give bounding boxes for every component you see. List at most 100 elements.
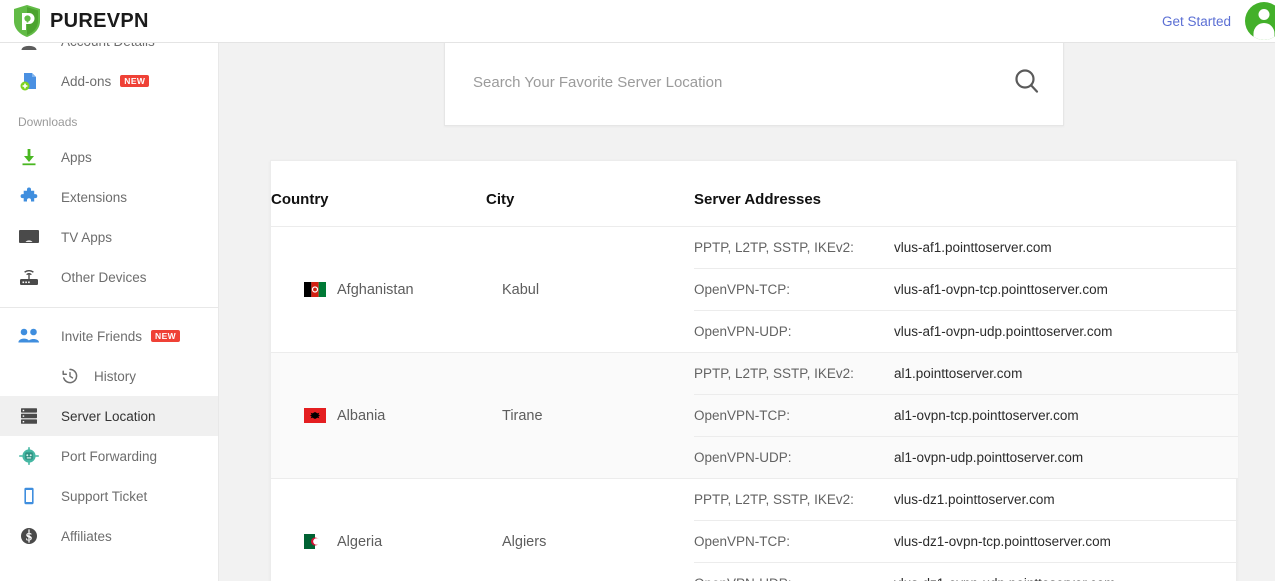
- sidebar-item-label: Add-ons: [61, 73, 112, 89]
- people-icon: [14, 324, 44, 348]
- dollar-coin-icon: S: [14, 524, 44, 548]
- puzzle-icon: [14, 185, 44, 209]
- search-icon: [1015, 69, 1039, 93]
- sidebar-item-label: TV Apps: [61, 229, 113, 245]
- protocol-label: OpenVPN-TCP:: [694, 268, 894, 311]
- status-badge: NEW: [120, 75, 150, 87]
- status-badge: NEW: [151, 330, 181, 342]
- sidebar-section-downloads: Downloads: [18, 115, 78, 129]
- protocol-row: PPTP, L2TP, SSTP, IKEv2: al1.pointtoserv…: [694, 353, 1238, 395]
- city-cell: Tirane: [486, 352, 694, 479]
- city-cell: Algiers: [486, 478, 694, 581]
- sidebar-item-label: Server Location: [61, 408, 156, 424]
- sidebar-item-label: Extensions: [61, 189, 128, 205]
- flag-algeria: [304, 534, 326, 549]
- search-button[interactable]: [991, 43, 1063, 125]
- protocol-label: PPTP, L2TP, SSTP, IKEv2:: [694, 479, 894, 521]
- sidebar-item-support-ticket[interactable]: Support Ticket: [0, 476, 218, 516]
- country-cell: Afghanistan: [271, 226, 486, 353]
- server-address[interactable]: vlus-af1-ovpn-udp.pointtoserver.com: [894, 311, 1238, 353]
- sidebar-item-other-devices[interactable]: Other Devices: [0, 257, 218, 297]
- protocol-cell: PPTP, L2TP, SSTP, IKEv2: vlus-af1.pointt…: [694, 226, 1238, 353]
- purevpn-shield-logo: [14, 5, 40, 37]
- country-name: Algeria: [337, 533, 383, 550]
- protocol-row: OpenVPN-UDP: al1-ovpn-udp.pointtoserver.…: [694, 437, 1238, 479]
- sidebar-item-label: Invite Friends: [61, 328, 143, 344]
- server-address[interactable]: vlus-dz1.pointtoserver.com: [894, 479, 1238, 521]
- addons-icon: [14, 69, 44, 93]
- city-cell: Kabul: [486, 226, 694, 353]
- sidebar-item-extensions[interactable]: Extensions: [0, 177, 218, 217]
- protocol-row: PPTP, L2TP, SSTP, IKEv2: vlus-dz1.pointt…: [694, 479, 1238, 521]
- server-address[interactable]: al1-ovpn-tcp.pointtoserver.com: [894, 394, 1238, 437]
- protocol-table: PPTP, L2TP, SSTP, IKEv2: al1.pointtoserv…: [694, 353, 1238, 478]
- protocol-row: PPTP, L2TP, SSTP, IKEv2: vlus-af1.pointt…: [694, 227, 1238, 269]
- sidebar-item-label: History: [94, 368, 137, 384]
- sidebar-item-label: Apps: [61, 149, 92, 165]
- router-icon: [14, 265, 44, 289]
- protocol-label: OpenVPN-TCP:: [694, 394, 894, 437]
- sidebar-item-account-details[interactable]: Account Details: [0, 43, 218, 61]
- history-clock-icon: [58, 364, 82, 388]
- flag-afghanistan: [304, 282, 326, 297]
- sidebar-divider: [0, 307, 218, 308]
- sidebar-item-label: Port Forwarding: [61, 448, 158, 464]
- header-actions: Get Started: [1162, 2, 1275, 40]
- sidebar-item-label: Account Details: [61, 43, 155, 49]
- user-icon: [14, 43, 44, 53]
- column-header-country: Country: [271, 161, 486, 227]
- main-content: Country City Server Addresses: [219, 43, 1275, 581]
- server-address[interactable]: vlus-dz1-ovpn-udp.pointtoserver.com: [894, 563, 1238, 581]
- port-forwarding-icon: [14, 444, 44, 468]
- sidebar-item-label: Affiliates: [61, 528, 112, 544]
- protocol-label: OpenVPN-UDP:: [694, 563, 894, 581]
- server-address[interactable]: vlus-dz1-ovpn-tcp.pointtoserver.com: [894, 520, 1238, 563]
- sidebar-item-port-forwarding[interactable]: Port Forwarding: [0, 436, 218, 476]
- protocol-cell: PPTP, L2TP, SSTP, IKEv2: al1.pointtoserv…: [694, 352, 1238, 479]
- brand-logo[interactable]: PUREVPN: [0, 4, 149, 38]
- search-input[interactable]: [445, 73, 991, 91]
- protocol-row: OpenVPN-TCP: al1-ovpn-tcp.pointtoserver.…: [694, 394, 1238, 437]
- protocol-label: OpenVPN-UDP:: [694, 324, 792, 339]
- sidebar-scroll-area: Account Details Add-ons NEW Download: [0, 43, 218, 556]
- server-stack-icon: [14, 404, 44, 428]
- server-address[interactable]: al1-ovpn-udp.pointtoserver.com: [894, 437, 1238, 479]
- protocol-row: OpenVPN-TCP: vlus-dz1-ovpn-tcp.pointtose…: [694, 520, 1238, 563]
- protocol-cell: PPTP, L2TP, SSTP, IKEv2: vlus-dz1.pointt…: [694, 478, 1238, 581]
- tv-icon: [14, 225, 44, 249]
- support-ticket-icon: [14, 484, 44, 508]
- top-header-bar: PUREVPN Get Started: [0, 0, 1275, 43]
- server-address[interactable]: vlus-af1.pointtoserver.com: [894, 227, 1238, 269]
- sidebar-item-server-location[interactable]: Server Location: [0, 396, 218, 436]
- sidebar-item-history[interactable]: History: [0, 356, 218, 396]
- server-table: Country City Server Addresses Afghanista…: [271, 161, 1238, 581]
- country-cell: Algeria: [271, 478, 486, 581]
- table-body: Afghanistan Kabul PPTP, L2TP, SSTP, IKEv…: [271, 226, 1238, 581]
- protocol-row: OpenVPN-UDP: vlus-af1-ovpn-udp.pointtose…: [694, 311, 1238, 353]
- sidebar-item-invite-friends[interactable]: Invite Friends NEW: [0, 316, 218, 356]
- protocol-row: OpenVPN-TCP: vlus-af1-ovpn-tcp.pointtose…: [694, 268, 1238, 311]
- server-location-table-card: Country City Server Addresses Afghanista…: [270, 160, 1238, 581]
- flag-albania: [304, 408, 326, 423]
- table-row[interactable]: Albania Tirane PPTP, L2TP, SSTP, IKEv2:: [271, 352, 1238, 479]
- table-header-row: Country City Server Addresses: [271, 161, 1238, 227]
- brand-name: PUREVPN: [50, 9, 149, 32]
- sidebar-item-apps[interactable]: Apps: [0, 137, 218, 177]
- table-row[interactable]: Algeria Algiers PPTP, L2TP, SSTP, IKEv2:: [271, 478, 1238, 581]
- protocol-label: PPTP, L2TP, SSTP, IKEv2:: [694, 353, 894, 395]
- server-address[interactable]: al1.pointtoserver.com: [894, 353, 1238, 395]
- table-row[interactable]: Afghanistan Kabul PPTP, L2TP, SSTP, IKEv…: [271, 226, 1238, 353]
- country-cell: Albania: [271, 352, 486, 479]
- user-avatar-icon[interactable]: [1245, 2, 1275, 40]
- sidebar-item-label: Other Devices: [61, 269, 147, 285]
- sidebar-item-add-ons[interactable]: Add-ons NEW: [0, 61, 218, 101]
- protocol-row: OpenVPN-UDP: vlus-dz1-ovpn-udp.pointtose…: [694, 563, 1238, 581]
- sidebar-item-tv-apps[interactable]: TV Apps: [0, 217, 218, 257]
- sidebar: Account Details Add-ons NEW Download: [0, 43, 219, 581]
- server-address[interactable]: vlus-af1-ovpn-tcp.pointtoserver.com: [894, 268, 1238, 311]
- get-started-link[interactable]: Get Started: [1162, 14, 1231, 29]
- download-icon: [14, 145, 44, 169]
- table-header: Country City Server Addresses: [271, 161, 1238, 227]
- sidebar-item-affiliates[interactable]: S Affiliates: [0, 516, 218, 556]
- protocol-label: OpenVPN-TCP:: [694, 520, 894, 563]
